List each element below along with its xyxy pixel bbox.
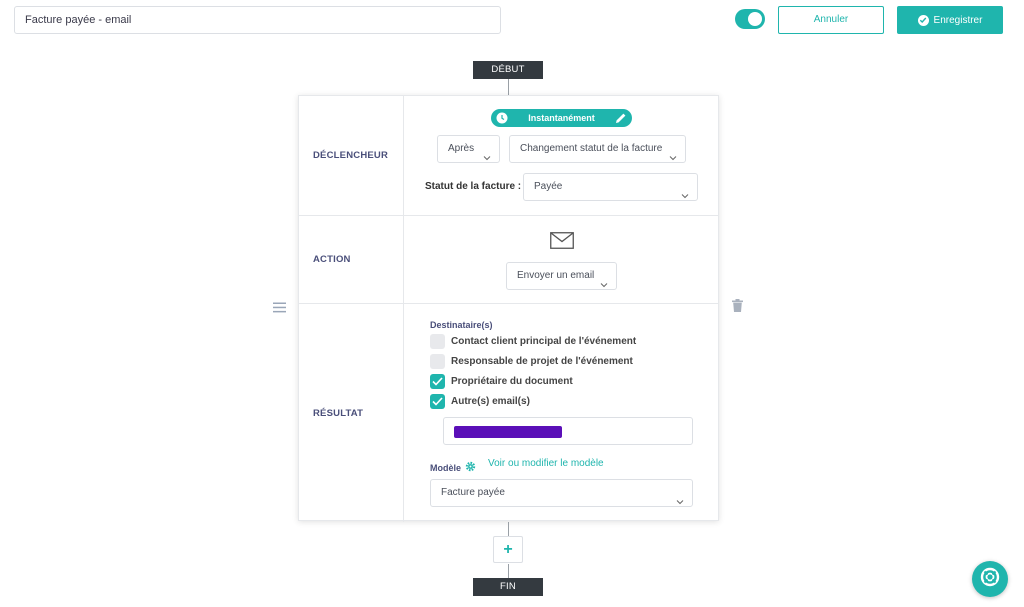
checkbox-checked[interactable] [430, 373, 445, 389]
recipient-option[interactable]: Contact client principal de l'événement [430, 333, 636, 349]
result-section-label: RÉSULTAT [299, 304, 404, 522]
active-toggle[interactable] [735, 9, 765, 29]
checkbox[interactable] [430, 353, 445, 369]
event-select-value: Changement statut de la facture [520, 143, 663, 154]
event-select[interactable]: Changement statut de la facture [509, 135, 686, 163]
when-select[interactable]: Après [437, 135, 500, 163]
edit-model-link[interactable]: Voir ou modifier le modèle [488, 458, 604, 469]
envelope-icon [550, 232, 574, 254]
model-select[interactable]: Facture payée [430, 479, 693, 507]
chevron-down-icon [676, 490, 684, 516]
checkbox-checked[interactable] [430, 393, 445, 409]
other-emails-input[interactable] [443, 417, 693, 445]
flow-connector [508, 522, 509, 536]
redacted-email [454, 426, 562, 438]
add-step-button[interactable]: + [493, 536, 523, 563]
chevron-down-icon [681, 184, 689, 210]
save-button-label: Enregistrer [933, 14, 983, 26]
clock-icon [496, 112, 508, 130]
end-tag: FIN [473, 578, 543, 596]
model-label-group: Modèle [430, 461, 476, 474]
invoice-status-select[interactable]: Payée [523, 173, 698, 201]
result-row: RÉSULTAT Destinataire(s) Contact client … [299, 304, 718, 522]
model-label: Modèle [430, 462, 462, 473]
lifebuoy-icon [980, 567, 1000, 592]
gear-icon[interactable] [465, 461, 476, 474]
action-select[interactable]: Envoyer un email [506, 262, 617, 290]
check-circle-icon [917, 14, 929, 26]
recipient-option[interactable]: Responsable de projet de l'événement [430, 353, 633, 369]
drag-handle-icon[interactable] [273, 300, 286, 318]
timing-pill[interactable]: Instantanément [491, 109, 632, 127]
trash-icon[interactable] [732, 299, 743, 317]
recipient-option-label: Propriétaire du document [451, 375, 573, 387]
chevron-down-icon [483, 146, 491, 172]
recipient-option-label: Autre(s) email(s) [451, 395, 530, 407]
action-select-value: Envoyer un email [517, 270, 595, 281]
model-select-value: Facture payée [441, 487, 505, 498]
trigger-section-label: DÉCLENCHEUR [299, 96, 404, 215]
pencil-icon[interactable] [615, 112, 627, 130]
flow-connector [508, 79, 509, 95]
when-select-value: Après [448, 143, 475, 154]
action-section-label: ACTION [299, 216, 404, 303]
recipient-option[interactable]: Propriétaire du document [430, 373, 573, 389]
recipient-option[interactable]: Autre(s) email(s) [430, 393, 530, 409]
recipients-label: Destinataire(s) [430, 320, 493, 330]
toggle-knob [748, 12, 762, 26]
chevron-down-icon [669, 146, 677, 172]
trigger-row: DÉCLENCHEUR Instantanément Après Changem… [299, 96, 718, 216]
chevron-down-icon [600, 273, 608, 299]
start-tag: DÉBUT [473, 61, 543, 79]
help-button[interactable] [972, 561, 1008, 597]
invoice-status-label: Statut de la facture : [425, 181, 522, 192]
timing-pill-label: Instantanément [528, 113, 595, 123]
save-button[interactable]: Enregistrer [897, 6, 1003, 34]
checkbox[interactable] [430, 333, 445, 349]
invoice-status-value: Payée [534, 181, 563, 192]
flow-connector [508, 564, 509, 578]
automation-card: DÉCLENCHEUR Instantanément Après Changem… [298, 95, 719, 522]
automation-name-value: Facture payée - email [25, 14, 132, 26]
cancel-button[interactable]: Annuler [778, 6, 884, 34]
automation-name-input[interactable]: Facture payée - email [14, 6, 501, 34]
recipient-option-label: Contact client principal de l'événement [451, 335, 637, 347]
recipient-option-label: Responsable de projet de l'événement [451, 355, 633, 367]
action-row: ACTION Envoyer un email [299, 216, 718, 304]
